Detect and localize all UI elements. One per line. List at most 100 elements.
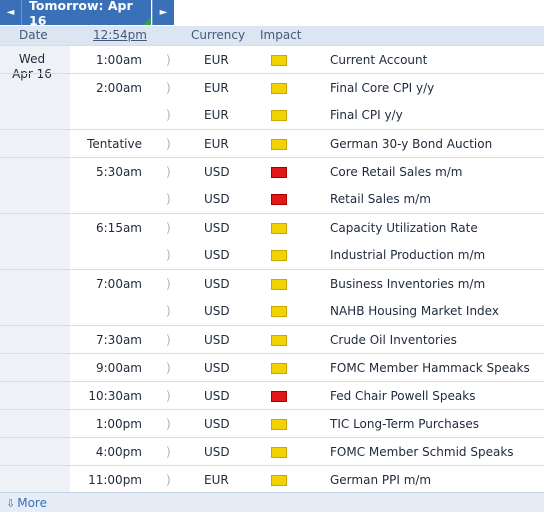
event-row[interactable]: 4:00pm) USD FOMC Member Schmid Speaks [0, 437, 544, 465]
event-row[interactable]: 10:30am) USD Fed Chair Powell Speaks [0, 381, 544, 409]
sound-alert-icon[interactable]: ) [166, 277, 171, 291]
event-currency: EUR [204, 137, 229, 151]
sound-alert-icon[interactable]: ) [166, 221, 171, 235]
sound-alert-icon[interactable]: ) [166, 445, 171, 459]
event-row[interactable]: 1:00pm) USD TIC Long-Term Purchases [0, 409, 544, 437]
event-row[interactable]: 7:00am) USD Business Inventories m/m [0, 269, 544, 297]
sound-alert-icon[interactable]: ) [166, 304, 171, 318]
event-title[interactable]: TIC Long-Term Purchases [330, 417, 479, 431]
event-title[interactable]: Retail Sales m/m [330, 192, 431, 206]
previous-day-button[interactable]: ◄ [0, 0, 22, 25]
event-time: 5:30am [96, 165, 142, 179]
low-impact-folder-icon [271, 475, 287, 486]
event-currency: EUR [204, 473, 229, 487]
event-title[interactable]: FOMC Member Hammack Speaks [330, 361, 530, 375]
low-impact-folder-icon [271, 223, 287, 234]
event-row[interactable]: 11:00pm) EUR German PPI m/m [0, 465, 544, 493]
event-title[interactable]: Industrial Production m/m [330, 248, 485, 262]
column-time-link[interactable]: 12:54pm [93, 28, 147, 42]
event-title[interactable]: NAHB Housing Market Index [330, 304, 499, 318]
event-currency: USD [204, 417, 230, 431]
column-currency: Currency [191, 28, 246, 42]
event-currency: USD [204, 165, 230, 179]
day-tab[interactable]: Tomorrow: Apr 16 [22, 0, 151, 28]
sound-alert-icon[interactable]: ) [166, 473, 171, 487]
sound-alert-icon[interactable]: ) [166, 389, 171, 403]
event-row[interactable]: Tentative) EUR German 30-y Bond Auction [0, 129, 544, 157]
sound-alert-icon[interactable]: ) [166, 417, 171, 431]
low-impact-folder-icon [271, 110, 287, 121]
event-row[interactable]: ) EUR Final CPI y/y [0, 101, 544, 129]
low-impact-folder-icon [271, 363, 287, 374]
event-currency: USD [204, 304, 230, 318]
event-title[interactable]: Current Account [330, 53, 427, 67]
next-day-button[interactable]: ► [152, 0, 174, 25]
event-title[interactable]: Business Inventories m/m [330, 277, 485, 291]
event-time: 1:00pm [95, 417, 142, 431]
high-impact-folder-icon [271, 391, 287, 402]
event-title[interactable]: Final Core CPI y/y [330, 81, 434, 95]
event-row[interactable]: 6:15am) USD Capacity Utilization Rate [0, 213, 544, 241]
low-impact-folder-icon [271, 139, 287, 150]
event-row[interactable]: ) USD Retail Sales m/m [0, 185, 544, 213]
event-title[interactable]: German 30-y Bond Auction [330, 137, 492, 151]
event-time: 4:00pm [95, 445, 142, 459]
low-impact-folder-icon [271, 83, 287, 94]
sound-alert-icon[interactable]: ) [166, 108, 171, 122]
arrow-right-icon: ► [159, 7, 168, 18]
event-currency: USD [204, 277, 230, 291]
low-impact-folder-icon [271, 306, 287, 317]
event-row[interactable]: 5:30am) USD Core Retail Sales m/m [0, 157, 544, 185]
low-impact-folder-icon [271, 279, 287, 290]
event-time: 7:30am [96, 333, 142, 347]
event-time: Tentative [87, 137, 142, 151]
day-title: Tomorrow: Apr 16 [29, 0, 133, 28]
event-currency: USD [204, 361, 230, 375]
sound-alert-icon[interactable]: ) [166, 361, 171, 375]
corner-marker-icon [143, 17, 151, 25]
event-title[interactable]: Capacity Utilization Rate [330, 221, 478, 235]
high-impact-folder-icon [271, 194, 287, 205]
sound-alert-icon[interactable]: ) [166, 53, 171, 67]
event-currency: USD [204, 192, 230, 206]
column-date: Date [19, 28, 48, 42]
high-impact-folder-icon [271, 167, 287, 178]
column-impact: Impact [260, 28, 302, 42]
event-row[interactable]: 1:00am) EUR Current Account [0, 45, 544, 73]
event-currency: USD [204, 221, 230, 235]
event-title[interactable]: German PPI m/m [330, 473, 431, 487]
event-time: 11:00pm [88, 473, 142, 487]
event-time: 10:30am [88, 389, 142, 403]
event-title[interactable]: Core Retail Sales m/m [330, 165, 463, 179]
event-time: 1:00am [96, 53, 142, 67]
event-title[interactable]: FOMC Member Schmid Speaks [330, 445, 514, 459]
sound-alert-icon[interactable]: ) [166, 137, 171, 151]
event-currency: EUR [204, 108, 229, 122]
event-row[interactable]: 2:00am) EUR Final Core CPI y/y [0, 73, 544, 101]
low-impact-folder-icon [271, 250, 287, 261]
event-time: 9:00am [96, 361, 142, 375]
more-arrow-icon: ⇩ [6, 497, 16, 510]
event-currency: USD [204, 389, 230, 403]
more-link[interactable]: ⇩ More [6, 496, 47, 510]
event-row[interactable]: 9:00am) USD FOMC Member Hammack Speaks [0, 353, 544, 381]
sound-alert-icon[interactable]: ) [166, 248, 171, 262]
event-row[interactable]: 7:30am) USD Crude Oil Inventories [0, 325, 544, 353]
event-currency: USD [204, 248, 230, 262]
sound-alert-icon[interactable]: ) [166, 165, 171, 179]
column-header: Date 12:54pm Currency Impact [0, 26, 544, 45]
sound-alert-icon[interactable]: ) [166, 192, 171, 206]
event-time: 7:00am [96, 277, 142, 291]
event-currency: EUR [204, 53, 229, 67]
event-time: 6:15am [96, 221, 142, 235]
event-row[interactable]: ) USD NAHB Housing Market Index [0, 297, 544, 325]
event-currency: USD [204, 445, 230, 459]
event-title[interactable]: Final CPI y/y [330, 108, 403, 122]
low-impact-folder-icon [271, 419, 287, 430]
event-title[interactable]: Crude Oil Inventories [330, 333, 457, 347]
event-time: 2:00am [96, 81, 142, 95]
sound-alert-icon[interactable]: ) [166, 333, 171, 347]
event-row[interactable]: ) USD Industrial Production m/m [0, 241, 544, 269]
event-title[interactable]: Fed Chair Powell Speaks [330, 389, 475, 403]
sound-alert-icon[interactable]: ) [166, 81, 171, 95]
